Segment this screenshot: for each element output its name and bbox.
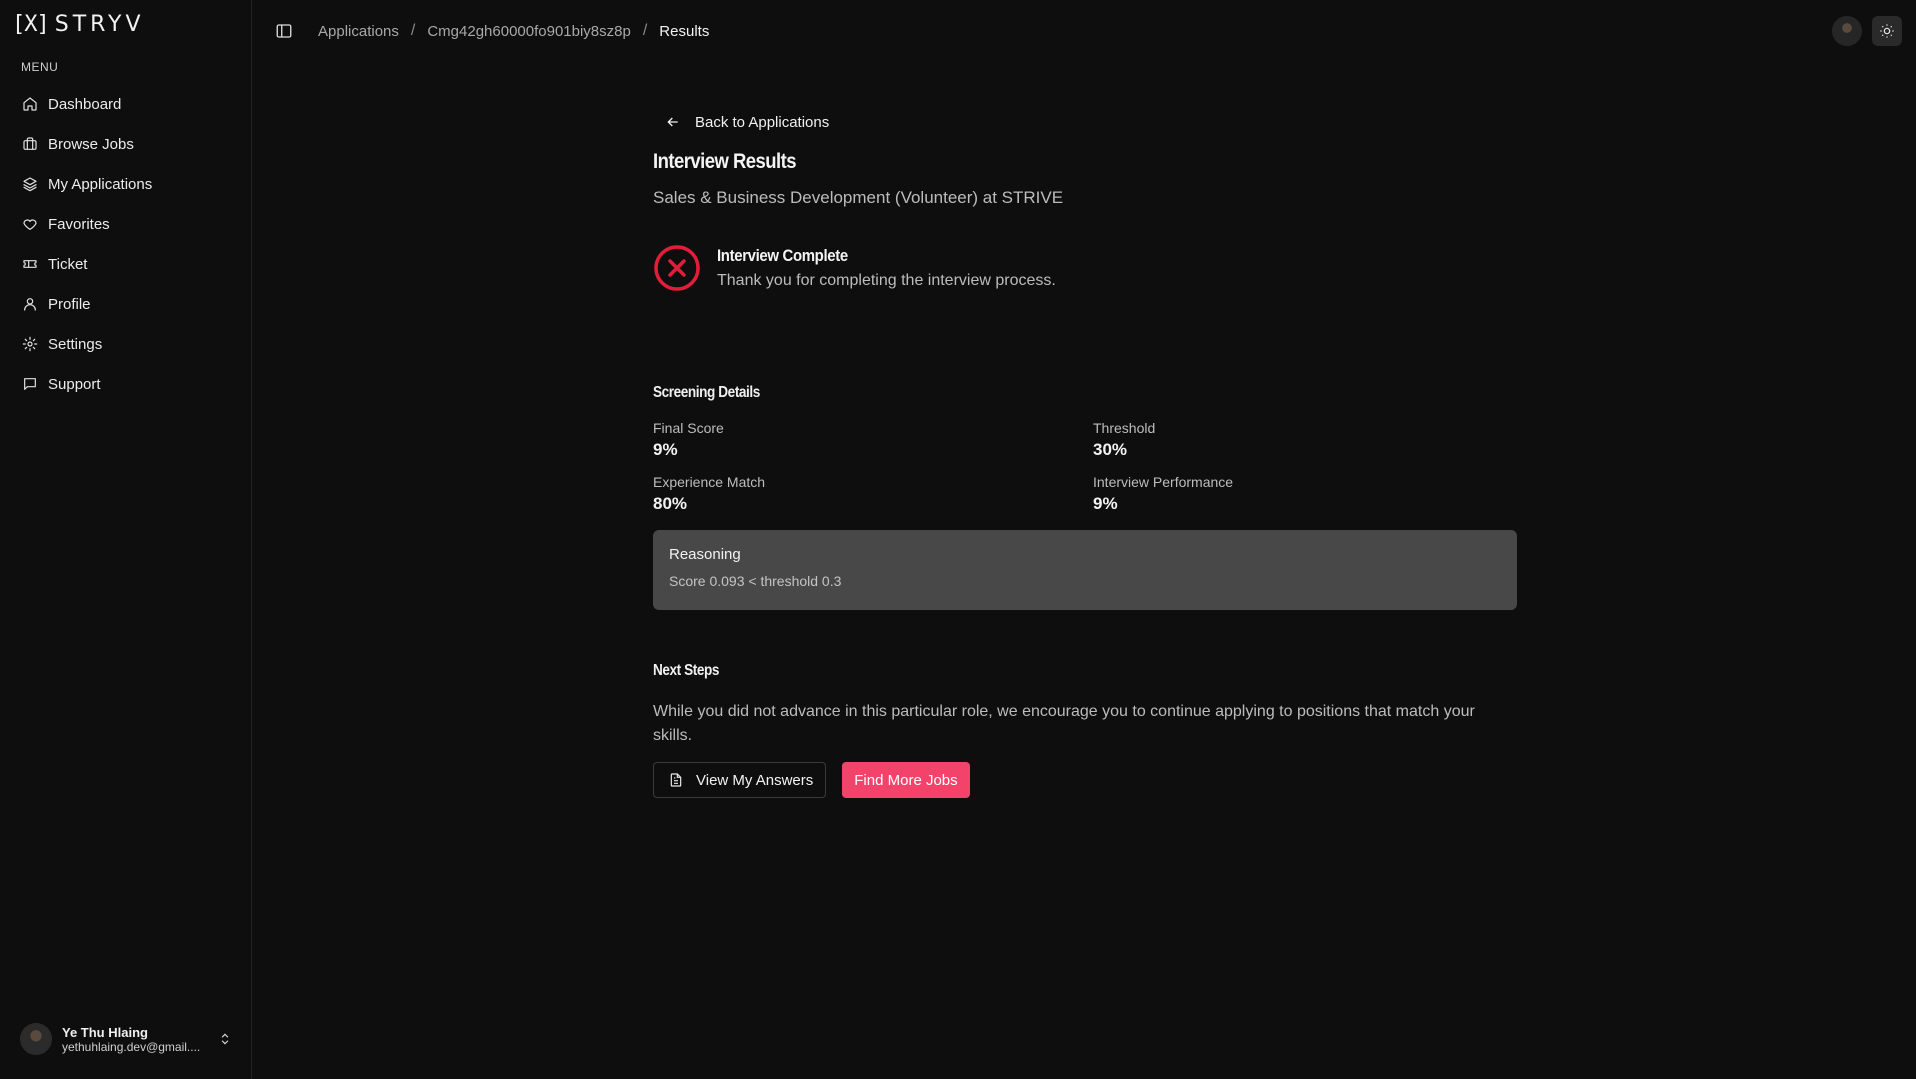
arrow-left-icon: [667, 117, 678, 127]
metric-final-score: Final Score 9%: [653, 420, 1093, 460]
sidebar-item-label: Support: [48, 375, 101, 393]
sidebar-item-label: Ticket: [48, 255, 88, 273]
breadcrumb-application-id[interactable]: Cmg42gh60000fo901biy8sz8p: [427, 23, 631, 40]
user-icon: [24, 298, 36, 311]
sidebar-item-label: Settings: [48, 335, 103, 353]
avatar: [20, 1023, 52, 1055]
screening-title: Screening Details: [653, 384, 760, 401]
sidebar-item-my-applications[interactable]: My Applications: [12, 164, 240, 204]
home-icon: [23, 97, 37, 111]
page-title: Interview Results: [653, 150, 797, 173]
file-text-icon: [670, 773, 682, 787]
ticket-icon: [23, 260, 37, 268]
heart-icon: [23, 219, 37, 230]
view-my-answers-label: View My Answers: [696, 771, 814, 789]
breadcrumb-separator: /: [410, 22, 416, 39]
job-subtitle: Sales & Business Development (Volunteer)…: [653, 188, 1064, 207]
next-steps-text: While you did not advance in this partic…: [653, 703, 1475, 744]
sidebar-item-label: Browse Jobs: [48, 135, 134, 153]
reasoning-title: Reasoning: [669, 546, 741, 563]
back-to-applications-link[interactable]: Back to Applications: [653, 104, 1517, 140]
user-info: Ye Thu Hlaing yethuhlaing.dev@gmail....: [62, 1025, 208, 1054]
sidebar-item-support[interactable]: Support: [12, 364, 240, 404]
breadcrumb-applications[interactable]: Applications: [318, 23, 399, 40]
metric-interview-performance: Interview Performance 9%: [1093, 474, 1517, 514]
reasoning-text: Score 0.093 < threshold 0.3: [669, 573, 842, 589]
layers-icon: [23, 177, 37, 192]
user-email: yethuhlaing.dev@gmail....: [62, 1039, 201, 1054]
next-steps-actions: View My Answers Find More Jobs: [653, 762, 1517, 798]
user-name: Ye Thu Hlaing: [62, 1024, 148, 1040]
view-my-answers-button[interactable]: View My Answers: [653, 762, 827, 798]
next-steps: Next Steps While you did not advance in …: [653, 662, 1517, 798]
sidebar-toggle-button[interactable]: [275, 22, 293, 40]
metric-label: Interview Performance: [1093, 474, 1234, 490]
message-icon: [24, 378, 36, 390]
sidebar-item-label: Profile: [48, 295, 91, 313]
metric-label: Final Score: [653, 420, 724, 436]
status-message: Thank you for completing the interview p…: [717, 272, 1056, 289]
metrics-grid: Final Score 9% Threshold 30% Experience …: [653, 420, 1517, 514]
reasoning-card: Reasoning Score 0.093 < threshold 0.3: [653, 530, 1517, 610]
metric-value: 9%: [653, 440, 678, 459]
sidebar-nav: Dashboard Browse Jobs My Applications Fa…: [12, 84, 240, 404]
find-more-jobs-button[interactable]: Find More Jobs: [842, 762, 970, 798]
screening-details: Screening Details Final Score 9% Thresho…: [653, 384, 1517, 610]
sun-icon: [1880, 24, 1894, 38]
menu-label: MENU: [21, 60, 59, 74]
gear-icon: [22, 336, 38, 352]
breadcrumb-separator: /: [642, 22, 648, 39]
metric-value: 9%: [1093, 494, 1118, 513]
x-circle-icon: [653, 244, 701, 292]
find-more-jobs-label: Find More Jobs: [854, 771, 958, 789]
sidebar-item-ticket[interactable]: Ticket: [12, 244, 240, 284]
metric-threshold: Threshold 30%: [1093, 420, 1517, 460]
chevrons-up-down-icon: [221, 1033, 229, 1045]
metric-label: Threshold: [1093, 420, 1156, 436]
logo-word: STRYV: [54, 12, 145, 37]
metric-value: 30%: [1093, 440, 1128, 459]
logo-mark: [X]: [12, 12, 50, 37]
sidebar-item-favorites[interactable]: Favorites: [12, 204, 240, 244]
back-label: Back to Applications: [695, 113, 830, 131]
metric-label: Experience Match: [653, 474, 766, 490]
metric-experience-match: Experience Match 80%: [653, 474, 1093, 514]
sidebar-item-settings[interactable]: Settings: [12, 324, 240, 364]
status-title: Interview Complete: [717, 246, 848, 265]
sidebar-item-dashboard[interactable]: Dashboard: [12, 84, 240, 124]
theme-toggle-button[interactable]: [1872, 16, 1902, 46]
sidebar-item-label: Dashboard: [48, 95, 122, 113]
topbar: Applications / Cmg42gh60000fo901biy8sz8p…: [253, 0, 1916, 64]
metric-value: 80%: [653, 494, 688, 513]
panel-left-icon: [276, 24, 292, 38]
user-menu[interactable]: Ye Thu Hlaing yethuhlaing.dev@gmail....: [20, 1019, 232, 1059]
sidebar-item-label: Favorites: [48, 215, 110, 233]
app-logo[interactable]: [X] STRYV: [12, 12, 145, 37]
sidebar-item-label: My Applications: [48, 175, 153, 193]
topbar-actions: [1832, 16, 1902, 46]
breadcrumb: Applications / Cmg42gh60000fo901biy8sz8p…: [318, 22, 709, 40]
next-steps-title: Next Steps: [653, 662, 720, 679]
status-banner: Interview Complete Thank you for complet…: [653, 244, 1517, 292]
status-text-block: Interview Complete Thank you for complet…: [717, 244, 1056, 290]
avatar[interactable]: [1832, 16, 1862, 46]
sidebar-item-profile[interactable]: Profile: [12, 284, 240, 324]
briefcase-icon: [23, 137, 37, 150]
sidebar: [X] STRYV MENU Dashboard Browse Jobs My …: [0, 0, 252, 1079]
main-content: Back to Applications Interview Results S…: [653, 104, 1517, 798]
breadcrumb-current: Results: [659, 22, 710, 40]
sidebar-item-browse-jobs[interactable]: Browse Jobs: [12, 124, 240, 164]
